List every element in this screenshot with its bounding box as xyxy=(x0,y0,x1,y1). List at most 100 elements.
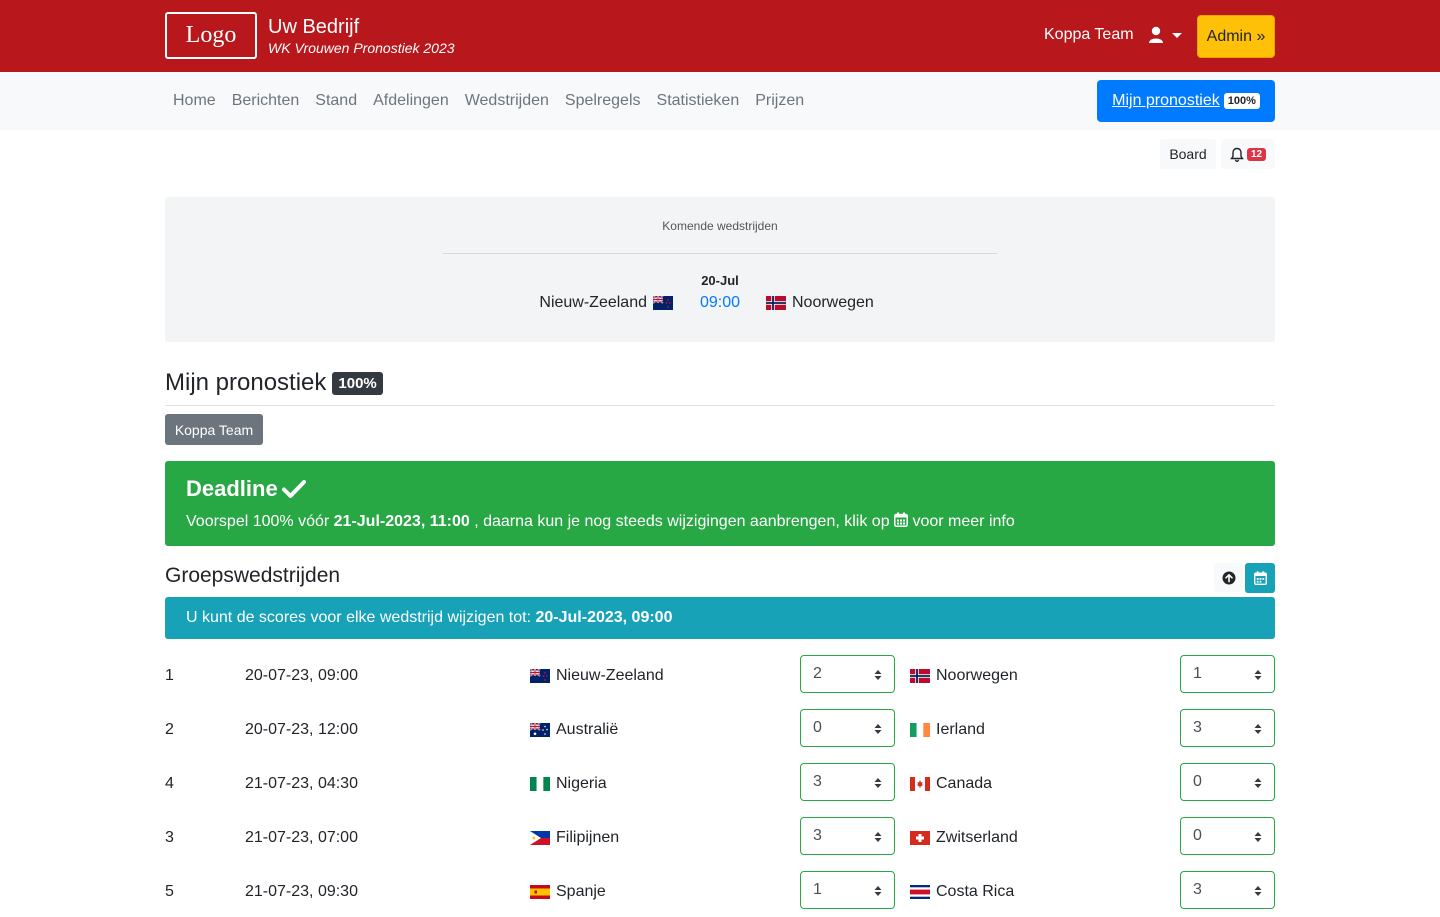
match-number: 1 xyxy=(165,667,174,684)
chevron-down-icon xyxy=(1172,32,1182,38)
team-button[interactable]: Koppa Team xyxy=(165,414,263,445)
match-number: 2 xyxy=(165,721,174,738)
match-datetime: 21-07-23, 04:30 xyxy=(245,775,358,792)
calendar-icon xyxy=(894,512,908,527)
select-arrows-icon xyxy=(874,886,882,896)
select-arrows-icon xyxy=(874,724,882,734)
team-name: Nieuw-Zeeland xyxy=(556,667,664,684)
logo[interactable]: Logo xyxy=(165,12,257,59)
board-button[interactable]: Board xyxy=(1160,139,1216,169)
admin-button[interactable]: Admin » xyxy=(1197,15,1275,58)
match-datetime: 21-07-23, 09:30 xyxy=(245,883,358,900)
progress-badge: 100% xyxy=(1223,93,1260,109)
away-team: Zwitserland xyxy=(910,829,1018,847)
home-team: Filipijnen xyxy=(530,829,619,847)
match-row: 5 21-07-23, 09:30 Spanje 1 Costa Rica 3 xyxy=(165,871,1275,917)
home-team: Spanje xyxy=(530,883,606,901)
brand: Uw Bedrijf WK Vrouwen Pronostiek 2023 xyxy=(268,15,455,57)
team-name: Noorwegen xyxy=(792,294,874,311)
score-value: 1 xyxy=(1193,665,1202,682)
page-title: Mijn pronostiek 100% xyxy=(165,369,383,397)
home-team: Nieuw-Zeeland xyxy=(530,667,664,685)
home-team: Australië xyxy=(530,721,618,739)
away-score-select[interactable]: 3 xyxy=(1180,709,1275,747)
nav-item-home[interactable]: Home xyxy=(165,92,224,110)
nav-item-wedstrijden[interactable]: Wedstrijden xyxy=(457,92,557,110)
nav-item-stand[interactable]: Stand xyxy=(307,92,365,110)
upcoming-time[interactable]: 09:00 xyxy=(165,294,1275,312)
away-score-select[interactable]: 3 xyxy=(1180,871,1275,909)
team-name: Ierland xyxy=(936,721,985,738)
score-value: 3 xyxy=(1193,881,1202,898)
user-icon xyxy=(1149,26,1163,43)
home-score-select[interactable]: 2 xyxy=(800,655,895,693)
deadline-date: 21-Jul-2023, 11:00 xyxy=(333,513,470,530)
flag-icon xyxy=(530,723,550,737)
scroll-up-button[interactable] xyxy=(1214,563,1243,592)
completion-badge: 100% xyxy=(332,371,383,395)
page-title-text: Mijn pronostiek xyxy=(165,369,327,396)
upcoming-matches-panel: Komende wedstrijden 20-Jul Nieuw-Zeeland… xyxy=(165,197,1275,342)
score-value: 0 xyxy=(1193,827,1202,844)
score-value: 1 xyxy=(813,881,822,898)
match-row: 1 20-07-23, 09:00 Nieuw-Zeeland 2 Noorwegen 1 xyxy=(165,655,1275,701)
section-title: Groepswedstrijden xyxy=(165,564,341,587)
select-arrows-icon xyxy=(1254,724,1262,734)
flag-icon xyxy=(530,777,550,791)
score-value: 3 xyxy=(1193,719,1202,736)
away-score-select[interactable]: 0 xyxy=(1180,763,1275,801)
deadline-text-after: , daarna kun je nog steeds wijzigingen a… xyxy=(469,513,895,530)
home-score-select[interactable]: 3 xyxy=(800,817,895,855)
divider xyxy=(165,405,1275,406)
select-arrows-icon xyxy=(874,778,882,788)
score-value: 2 xyxy=(813,665,822,682)
score-value: 0 xyxy=(1193,773,1202,790)
bell-icon xyxy=(1230,147,1244,162)
nav-item-prijzen[interactable]: Prijzen xyxy=(747,92,812,110)
match-datetime: 20-07-23, 09:00 xyxy=(245,667,358,684)
flag-icon xyxy=(910,777,930,791)
match-row: 3 21-07-23, 07:00 Filipijnen 3 Zwitserland 0 xyxy=(165,817,1275,863)
score-value: 3 xyxy=(813,827,822,844)
home-score-select[interactable]: 3 xyxy=(800,763,895,801)
away-score-select[interactable]: 0 xyxy=(1180,817,1275,855)
flag-icon xyxy=(910,723,930,737)
team-name: Costa Rica xyxy=(936,883,1015,900)
top-bar: Logo Uw Bedrijf WK Vrouwen Pronostiek 20… xyxy=(0,0,1440,72)
flag-icon xyxy=(910,885,930,899)
notification-count-badge: 12 xyxy=(1246,147,1267,161)
flag-icon xyxy=(910,669,930,683)
match-number: 5 xyxy=(165,883,174,900)
user-name: Koppa Team xyxy=(1044,26,1134,43)
match-number: 4 xyxy=(165,775,174,792)
match-datetime: 21-07-23, 07:00 xyxy=(245,829,358,846)
mijn-pronostiek-button[interactable]: Mijn pronostiek 100% xyxy=(1097,80,1275,122)
nav-item-afdelingen[interactable]: Afdelingen xyxy=(365,92,457,110)
away-team: Canada xyxy=(910,775,992,793)
deadline-text: Voorspel 100% vóór 21-Jul-2023, 11:00 , … xyxy=(186,512,1015,531)
away-score-select[interactable]: 1 xyxy=(1180,655,1275,693)
notifications-button[interactable]: 12 xyxy=(1221,139,1275,169)
home-team: Nigeria xyxy=(530,775,607,793)
home-score-select[interactable]: 0 xyxy=(800,709,895,747)
flag-icon xyxy=(530,885,550,899)
away-team: Noorwegen xyxy=(910,667,1018,685)
match-row: 4 21-07-23, 04:30 Nigeria 3 Canada 0 xyxy=(165,763,1275,809)
nav-menu: Home Berichten Stand Afdelingen Wedstrijden S… xyxy=(165,72,812,130)
nav-item-statistieken[interactable]: Statistieken xyxy=(649,92,748,110)
home-score-select[interactable]: 1 xyxy=(800,871,895,909)
divider xyxy=(443,253,997,254)
away-team: Costa Rica xyxy=(910,883,1014,901)
away-team: Ierland xyxy=(910,721,985,739)
flag-icon xyxy=(530,831,550,845)
match-row: 2 20-07-23, 12:00 Australië 0 Ierland 3 xyxy=(165,709,1275,755)
info-text: U kunt de scores voor elke wedstrijd wij… xyxy=(186,609,532,626)
team-name: Spanje xyxy=(556,883,606,900)
nav-item-berichten[interactable]: Berichten xyxy=(224,92,308,110)
calendar-button[interactable] xyxy=(1245,563,1275,593)
edit-deadline-info: U kunt de scores voor elke wedstrijd wij… xyxy=(165,597,1275,639)
team-name: Nigeria xyxy=(556,775,607,792)
user-menu-toggle[interactable] xyxy=(1148,26,1182,44)
nav-item-spelregels[interactable]: Spelregels xyxy=(557,92,649,110)
flag-icon xyxy=(530,669,550,683)
